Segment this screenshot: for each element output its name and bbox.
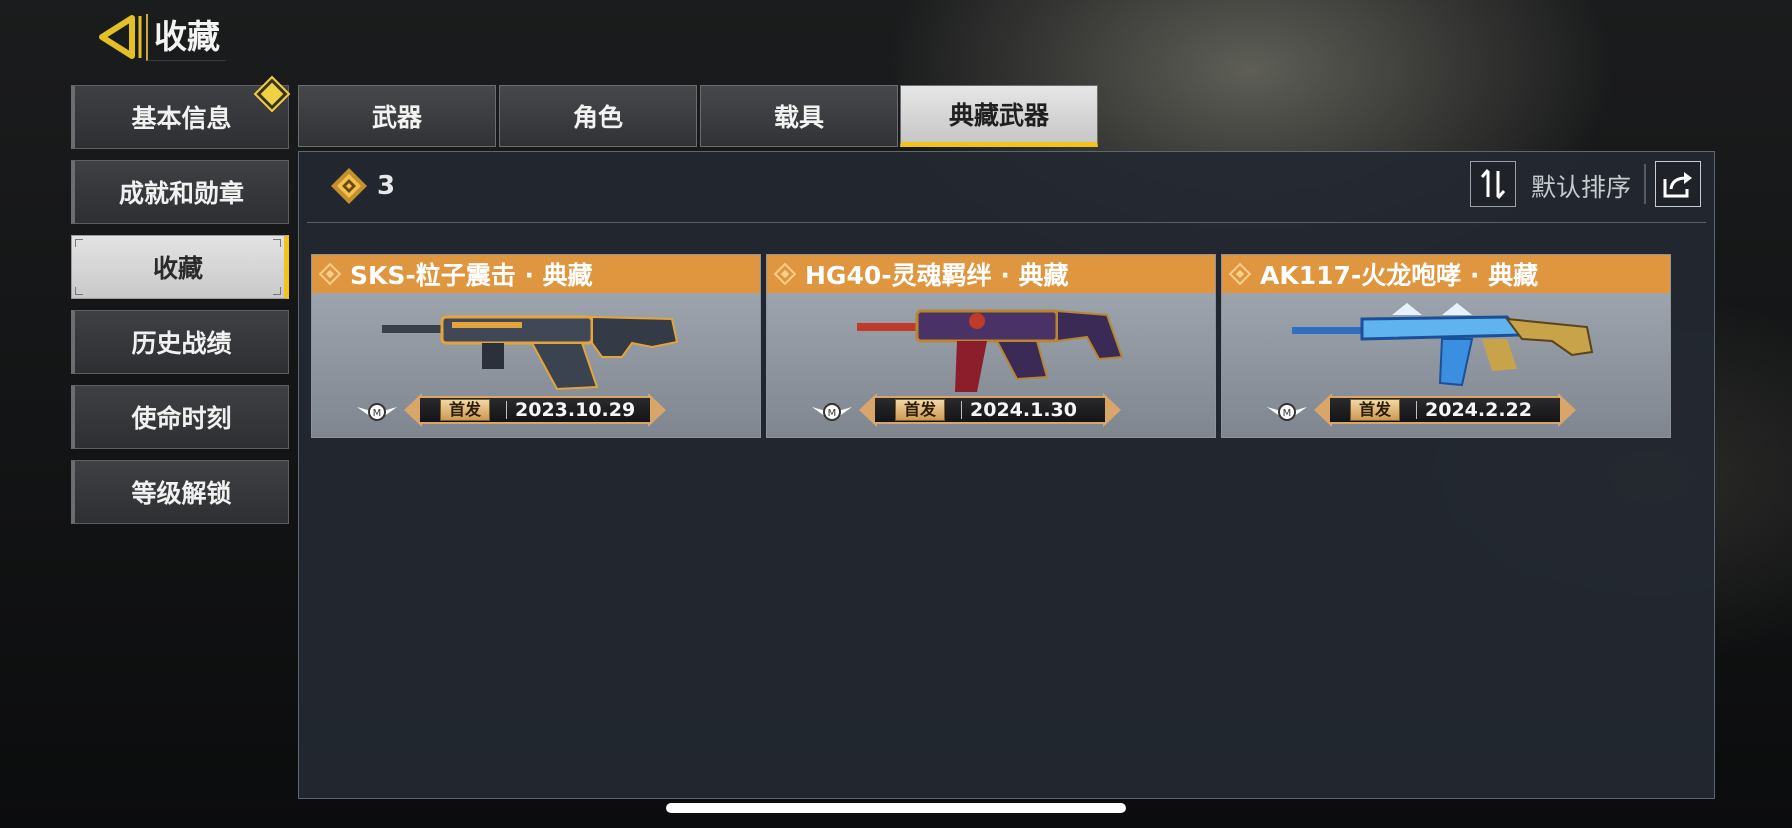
weapon-name: AK117-火龙咆哮 · 典藏 xyxy=(1260,261,1539,290)
wings-emblem-icon: M xyxy=(812,403,852,421)
smg-icon xyxy=(857,309,1124,392)
card-body: M 首发 2023.10.29 xyxy=(312,293,760,437)
weapon-card[interactable]: HG40-灵魂羁绊 · 典藏 M 首发 2024.1.30 xyxy=(766,254,1216,438)
release-date: 2024.2.22 xyxy=(1425,399,1532,421)
sort-order-label[interactable]: 默认排序 xyxy=(1531,168,1631,204)
weapon-name: HG40-灵魂羁绊 · 典藏 xyxy=(805,261,1069,290)
sidebar-item-match-history[interactable]: 历史战绩 xyxy=(71,310,289,374)
card-header: SKS-粒子震击 · 典藏 xyxy=(312,255,760,293)
card-header: HG40-灵魂羁绊 · 典藏 xyxy=(767,255,1215,293)
first-release-badge: 首发 xyxy=(895,399,946,421)
card-body: M 首发 2024.2.22 xyxy=(1222,293,1670,437)
tab-label: 角色 xyxy=(572,103,623,132)
sidebar-item-duty-moments[interactable]: 使命时刻 xyxy=(71,385,289,449)
share-button[interactable] xyxy=(1655,161,1701,207)
sort-toggle-button[interactable] xyxy=(1470,161,1516,207)
wings-emblem-icon: M xyxy=(1267,403,1307,421)
wings-emblem-icon: M xyxy=(357,403,397,421)
weapon-name: SKS-粒子震击 · 典藏 xyxy=(350,261,593,290)
divider xyxy=(1644,164,1646,204)
diamond-icon xyxy=(1228,262,1252,286)
corner-decoration xyxy=(273,287,281,295)
sidebar-item-achievements[interactable]: 成就和勋章 xyxy=(71,160,289,224)
corner-decoration xyxy=(273,239,281,247)
sidebar-item-label: 基本信息 xyxy=(131,104,232,133)
tab-label: 典藏武器 xyxy=(948,101,1049,130)
release-plaque: 首发 2024.1.30 xyxy=(859,391,1121,429)
release-date: 2024.1.30 xyxy=(970,399,1077,421)
back-button[interactable] xyxy=(98,12,146,62)
assault-rifle-icon xyxy=(1292,303,1594,387)
sidebar-item-label: 收藏 xyxy=(152,254,203,283)
tab-vehicles[interactable]: 载具 xyxy=(700,85,898,147)
tab-label: 载具 xyxy=(773,103,824,132)
svg-text:M: M xyxy=(1283,408,1292,419)
first-release-badge: 首发 xyxy=(440,399,491,421)
sidebar-item-label: 使命时刻 xyxy=(131,404,232,433)
svg-text:M: M xyxy=(373,408,382,419)
sidebar-item-collection[interactable]: 收藏 xyxy=(71,235,289,299)
tab-weapons[interactable]: 武器 xyxy=(298,85,496,147)
sidebar-item-label: 等级解锁 xyxy=(131,479,232,508)
tab-legendary-weapons[interactable]: 典藏武器 xyxy=(900,85,1098,147)
collection-panel: 3 默认排序 SKS-粒子震击 · 典藏 M 首发 2023.10.29 HG4… xyxy=(298,151,1715,799)
page-title: 收藏 xyxy=(146,14,226,61)
home-indicator[interactable] xyxy=(666,803,1126,813)
tab-characters[interactable]: 角色 xyxy=(499,85,697,147)
count-value: 3 xyxy=(377,171,396,201)
tab-label: 武器 xyxy=(371,103,422,132)
release-plaque: 首发 2023.10.29 xyxy=(404,391,666,429)
diamond-icon xyxy=(318,262,342,286)
corner-decoration xyxy=(75,287,83,295)
release-plaque: 首发 2024.2.22 xyxy=(1314,391,1576,429)
weapon-card[interactable]: AK117-火龙咆哮 · 典藏 M 首发 2024.2.22 xyxy=(1221,254,1671,438)
share-icon xyxy=(1663,172,1692,198)
legendary-emblem-icon xyxy=(331,168,367,204)
card-body: M 首发 2024.1.30 xyxy=(767,293,1215,437)
sidebar-item-level-unlock[interactable]: 等级解锁 xyxy=(71,460,289,524)
rifle-icon xyxy=(382,315,679,391)
sidebar-item-label: 成就和勋章 xyxy=(118,179,244,208)
svg-text:M: M xyxy=(828,408,837,419)
corner-decoration xyxy=(75,239,83,247)
sort-arrows-icon xyxy=(1480,169,1506,199)
sidebar-item-label: 历史战绩 xyxy=(131,329,232,358)
panel-divider xyxy=(307,222,1706,223)
weapon-card[interactable]: SKS-粒子震击 · 典藏 M 首发 2023.10.29 xyxy=(311,254,761,438)
diamond-icon xyxy=(773,262,797,286)
back-arrow-icon xyxy=(99,15,142,59)
first-release-badge: 首发 xyxy=(1350,399,1401,421)
release-date: 2023.10.29 xyxy=(515,399,636,421)
collection-count: 3 xyxy=(329,166,395,206)
card-header: AK117-火龙咆哮 · 典藏 xyxy=(1222,255,1670,293)
